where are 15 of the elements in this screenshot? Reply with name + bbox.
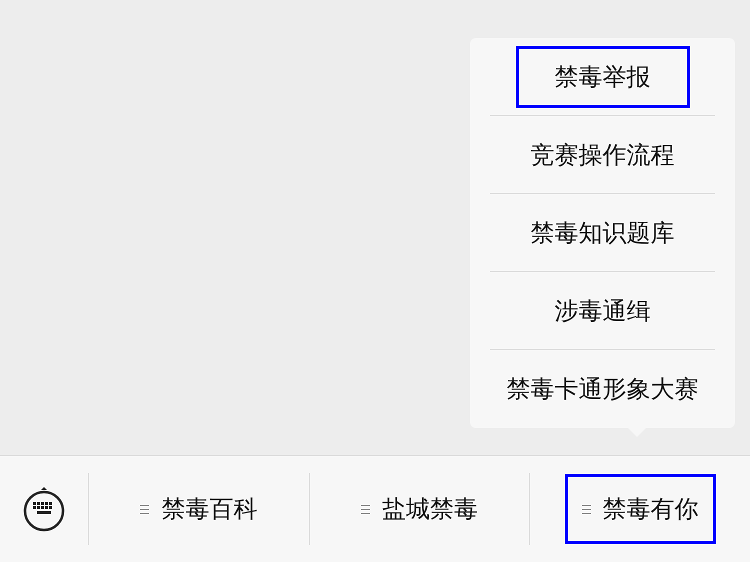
menu-item[interactable]: 禁毒卡通形象大赛: [468, 358, 738, 420]
menu-tab[interactable]: 禁毒百科: [123, 474, 274, 544]
menu-item[interactable]: 禁毒举报: [516, 46, 690, 108]
tab-label: 盐城禁毒: [382, 494, 478, 525]
tab-label: 禁毒有你: [602, 494, 699, 525]
tab-label: 禁毒百科: [161, 494, 258, 525]
menu-icon: [361, 504, 370, 514]
menu-tab[interactable]: 盐城禁毒: [344, 474, 495, 544]
menu-item[interactable]: 涉毒通缉: [516, 280, 690, 342]
keyboard-icon[interactable]: [22, 486, 66, 532]
menu-item[interactable]: 竞赛操作流程: [492, 124, 714, 186]
menu-item[interactable]: 禁毒知识题库: [492, 202, 714, 264]
menu-icon: [140, 504, 150, 514]
menu-tab[interactable]: 禁毒有你: [564, 474, 716, 544]
menu-icon: [582, 504, 591, 514]
